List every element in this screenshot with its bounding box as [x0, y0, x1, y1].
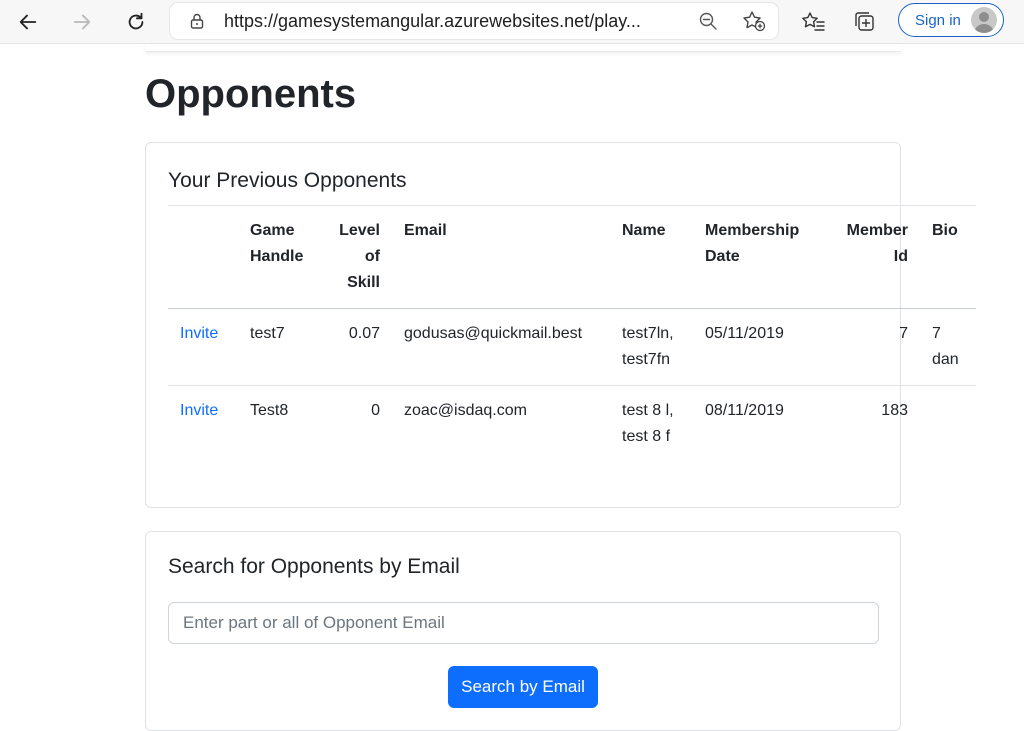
cell-game-handle: test7	[250, 325, 285, 342]
search-by-email-button[interactable]: Search by Email	[448, 666, 598, 708]
invite-link[interactable]: Invite	[180, 325, 218, 342]
column-header-email: Email	[404, 222, 447, 239]
cell-game-handle: Test8	[250, 402, 289, 419]
column-header-member-id: Member Id	[846, 222, 908, 265]
column-header-name: Name	[622, 222, 666, 239]
cell-email: godusas@quickmail.best	[404, 325, 583, 342]
cell-level-of-skill: 0.07	[348, 325, 380, 342]
sign-in-button[interactable]: Sign in	[898, 3, 1004, 37]
sign-in-label: Sign in	[915, 12, 961, 29]
table-row: Invite Test8 0 zoac@isdaq.com test 8 l, …	[168, 386, 976, 463]
zoom-icon[interactable]	[698, 11, 718, 31]
cell-bio: 7 dan	[932, 325, 959, 368]
column-header-bio: Bio	[932, 222, 958, 239]
opponent-email-search-input[interactable]	[168, 602, 879, 644]
cell-bio	[920, 386, 976, 463]
back-icon[interactable]	[12, 6, 44, 38]
cell-membership-date: 05/11/2019	[705, 325, 784, 342]
browser-toolbar: https://gamesystemangular.azurewebsites.…	[0, 0, 1024, 44]
cell-member-id: 183	[881, 402, 908, 419]
previous-opponents-card: Your Previous Opponents Game Handle Leve…	[145, 142, 976, 508]
forward-icon[interactable]	[66, 6, 98, 38]
column-header-membership-date: Membership Date	[705, 222, 800, 265]
navbar-shadow	[145, 44, 901, 52]
collections-icon[interactable]	[852, 9, 878, 35]
cell-level-of-skill: 0	[371, 402, 380, 419]
column-header-level-of-skill: Level of Skill	[339, 222, 380, 291]
column-header-action	[168, 206, 238, 309]
invite-link[interactable]: Invite	[180, 402, 218, 419]
previous-opponents-title: Your Previous Opponents	[168, 169, 407, 192]
cell-member-id: 7	[899, 325, 908, 342]
url-text[interactable]: https://gamesystemangular.azurewebsites.…	[224, 11, 694, 32]
address-bar[interactable]: https://gamesystemangular.azurewebsites.…	[170, 3, 778, 39]
table-header-row: Game Handle Level of Skill Email Name Me…	[168, 205, 976, 309]
cell-email: zoac@isdaq.com	[404, 402, 527, 419]
table-row: Invite test7 0.07 godusas@quickmail.best…	[168, 309, 976, 386]
profile-avatar-icon	[971, 7, 997, 33]
lock-icon[interactable]	[188, 12, 206, 30]
cell-membership-date: 08/11/2019	[705, 402, 784, 419]
column-header-game-handle: Game Handle	[250, 222, 304, 265]
search-opponents-card: Search for Opponents by Email Search by …	[145, 531, 901, 731]
reload-icon[interactable]	[120, 6, 152, 38]
favorites-icon[interactable]	[800, 9, 826, 35]
opponents-table-wrapper: Game Handle Level of Skill Email Name Me…	[168, 205, 976, 462]
page-title: Opponents	[145, 72, 357, 116]
cell-name: test 8 l, test 8 f	[622, 402, 674, 445]
search-opponents-title: Search for Opponents by Email	[168, 555, 460, 578]
opponents-table: Game Handle Level of Skill Email Name Me…	[168, 205, 976, 462]
cell-name: test7ln, test7fn	[622, 325, 674, 368]
add-favorite-icon[interactable]	[742, 10, 766, 32]
